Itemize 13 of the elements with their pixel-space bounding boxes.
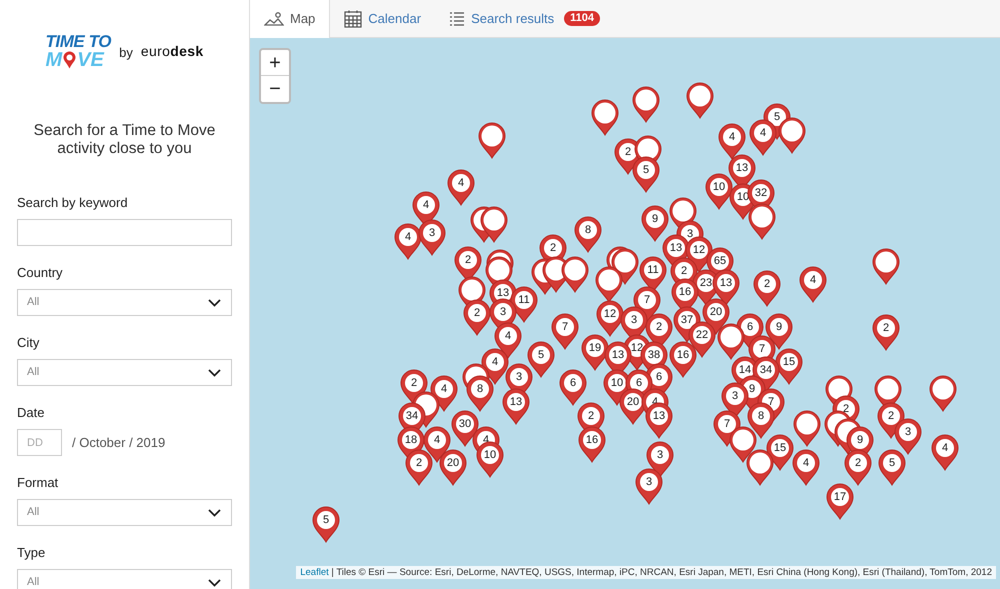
field-label: Format — [17, 475, 60, 491]
by-text: by — [119, 44, 133, 62]
logo: TIME TO M VE — [45, 33, 112, 69]
field-label: Country — [17, 265, 64, 281]
field-label: Date — [17, 405, 46, 421]
field-label: Type — [17, 545, 46, 561]
month-year-text: / October / 2019 — [72, 434, 166, 452]
field-label: Search by keyword — [17, 195, 129, 211]
sidebar-heading: Search for a Time to Move activity close to you — [32, 122, 216, 158]
brand-name: eurodesk — [140, 42, 204, 60]
count-badge: 1104 — [564, 11, 600, 26]
field-label: City — [17, 335, 40, 351]
attribution-text: | Tiles © Esri — Source: Esri, DeLorme, NAVTEQ, USGS, Intermap, iPC, NRCAN, Esri Japan, METI, Esri China (Hong Kong), Esri (Thailand), TomTom, 2012 — [330, 566, 992, 579]
